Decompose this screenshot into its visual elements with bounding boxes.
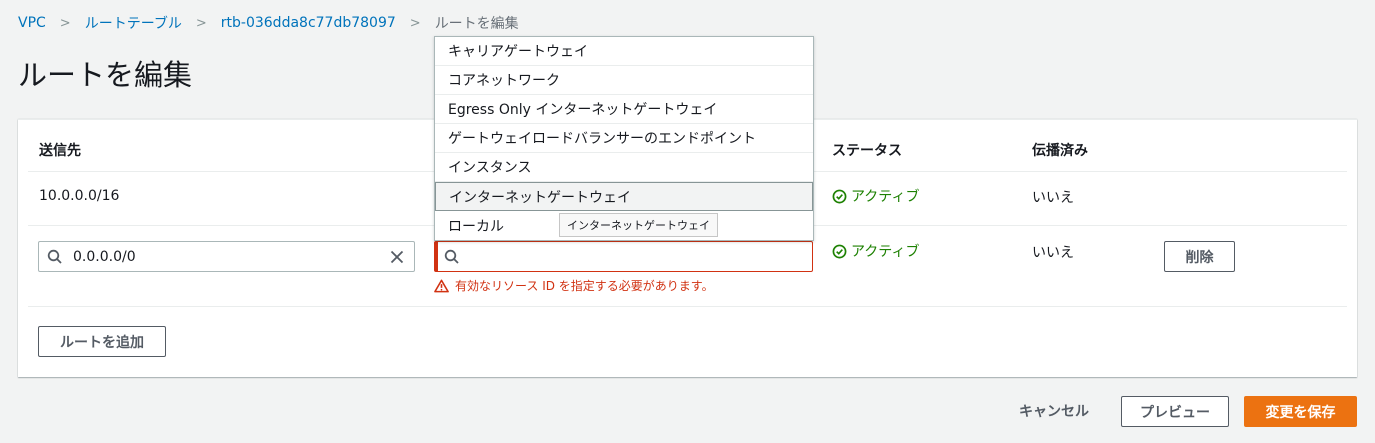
breadcrumb-route-table-id-link[interactable]: rtb-036dda8c77db78097 (221, 15, 396, 31)
route-propagated: いいえ (1032, 190, 1074, 206)
destination-input[interactable]: 0.0.0.0/0 (38, 241, 415, 272)
status-badge: アクティブ (832, 241, 919, 261)
dropdown-option-egress-only-igw[interactable]: Egress Only インターネットゲートウェイ (435, 95, 813, 124)
check-circle-icon (832, 189, 847, 203)
target-input[interactable] (434, 241, 813, 272)
status-text: アクティブ (851, 189, 920, 205)
column-header-propagated: 伝播済み (1032, 143, 1088, 159)
column-header-destination: 送信先 (39, 143, 81, 159)
breadcrumb-separator-icon: > (59, 15, 71, 31)
tooltip: インターネットゲートウェイ (559, 213, 718, 237)
row-divider (28, 306, 1347, 307)
page-title: ルートを編集 (18, 58, 193, 92)
remove-route-button[interactable]: 削除 (1164, 241, 1235, 272)
search-icon (444, 249, 459, 264)
breadcrumb-current: ルートを編集 (434, 16, 519, 32)
target-dropdown: キャリアゲートウェイ コアネットワーク Egress Only インターネットゲ… (434, 36, 814, 241)
dropdown-option-instance[interactable]: インスタンス (435, 153, 813, 182)
breadcrumb-separator-icon: > (409, 15, 421, 31)
preview-button[interactable]: プレビュー (1121, 396, 1229, 427)
breadcrumb-vpc-link[interactable]: VPC (18, 15, 46, 31)
dropdown-option-carrier-gateway[interactable]: キャリアゲートウェイ (435, 37, 813, 66)
search-icon (47, 249, 62, 264)
route-propagated: いいえ (1032, 245, 1074, 261)
check-circle-icon (832, 244, 847, 258)
error-text: 有効なリソース ID を指定する必要があります。 (455, 279, 714, 293)
target-error-message: 有効なリソース ID を指定する必要があります。 (434, 277, 714, 294)
status-text: アクティブ (851, 244, 920, 260)
breadcrumb: VPC > ルートテーブル > rtb-036dda8c77db78097 > … (18, 13, 519, 33)
breadcrumb-route-tables-link[interactable]: ルートテーブル (85, 13, 182, 33)
cancel-button[interactable]: キャンセル (1004, 395, 1104, 426)
warning-icon (434, 279, 449, 292)
add-route-button[interactable]: ルートを追加 (38, 326, 166, 357)
breadcrumb-separator-icon: > (195, 15, 207, 31)
dropdown-option-internet-gateway[interactable]: インターネットゲートウェイ (435, 182, 813, 211)
status-badge: アクティブ (832, 186, 919, 206)
route-destination: 10.0.0.0/16 (39, 188, 120, 204)
destination-input-value: 0.0.0.0/0 (73, 248, 136, 265)
dropdown-option-gwlb-endpoint[interactable]: ゲートウェイロードバランサーのエンドポイント (435, 124, 813, 153)
close-icon[interactable] (390, 250, 404, 264)
dropdown-option-core-network[interactable]: コアネットワーク (435, 66, 813, 95)
column-header-status: ステータス (832, 143, 902, 159)
save-changes-button[interactable]: 変更を保存 (1244, 396, 1357, 427)
